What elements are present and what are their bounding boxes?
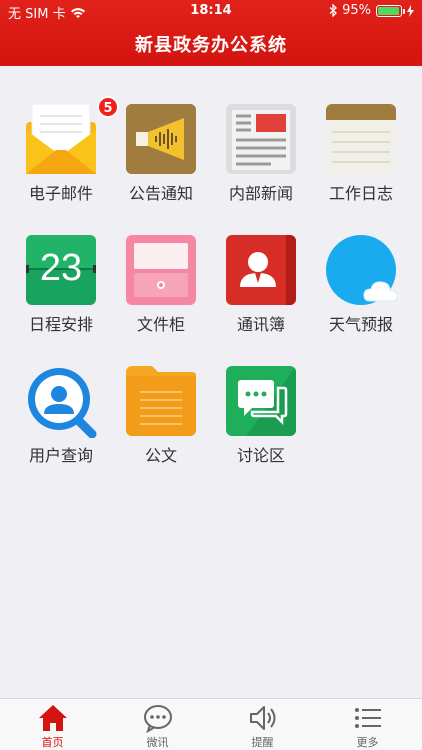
app-label: 内部新闻 — [228, 184, 293, 203]
app-label: 公告通知 — [128, 184, 193, 203]
chat-icon — [226, 366, 296, 436]
tab-more[interactable]: 更多 — [315, 699, 420, 750]
tab-home[interactable]: 首页 — [0, 699, 105, 750]
status-right: 95% — [329, 3, 414, 18]
battery-percent: 95% — [342, 3, 371, 18]
app-label: 通讯簿 — [236, 315, 285, 334]
charging-icon — [407, 4, 414, 17]
folder-icon — [126, 366, 196, 436]
weather-icon — [326, 235, 398, 305]
battery-icon — [376, 4, 405, 17]
cabinet-icon — [126, 235, 196, 305]
app-mail[interactable]: 5 电子邮件 — [11, 96, 119, 214]
notebook-icon — [326, 104, 396, 174]
app-label: 文件柜 — [136, 315, 185, 334]
app-worklog[interactable]: 工作日志 — [311, 104, 411, 214]
announcement-icon — [126, 104, 196, 174]
user-search-icon — [26, 366, 97, 439]
app-label: 用户查询 — [28, 446, 93, 465]
tab-label: 更多 — [356, 736, 379, 749]
tab-bar: 首页 微讯 提醒 更多 — [0, 698, 422, 750]
app-label: 公文 — [144, 446, 177, 465]
app-header: 无 SIM 卡 18:14 95% 新县政务办公系统 — [0, 0, 422, 66]
list-icon — [355, 708, 381, 728]
app-documents[interactable]: 公文 — [111, 366, 211, 476]
app-label: 讨论区 — [236, 446, 285, 465]
home-icon — [39, 705, 67, 731]
battery-level — [378, 6, 399, 15]
tab-messages[interactable]: 微讯 — [105, 699, 210, 750]
tab-label: 微讯 — [146, 736, 169, 749]
app-contacts[interactable]: 通讯簿 — [211, 235, 311, 345]
tab-reminders[interactable]: 提醒 — [210, 699, 315, 750]
app-label: 天气预报 — [328, 315, 393, 334]
app-calendar[interactable]: 23 日程安排 — [11, 235, 111, 345]
mail-icon — [26, 103, 96, 174]
calendar-icon: 23 — [26, 235, 96, 305]
app-label: 工作日志 — [328, 184, 393, 203]
app-label: 电子邮件 — [28, 184, 93, 203]
app-label: 日程安排 — [28, 315, 93, 334]
app-weather[interactable]: 天气预报 — [311, 235, 411, 345]
app-announcement[interactable]: 公告通知 — [111, 104, 211, 214]
calendar-day: 23 — [39, 247, 83, 289]
app-news[interactable]: 内部新闻 — [211, 104, 311, 214]
tab-label: 首页 — [41, 736, 64, 749]
app-user-search[interactable]: 用户查询 — [11, 366, 111, 476]
page-title: 新县政务办公系统 — [135, 35, 287, 56]
app-discussion[interactable]: 讨论区 — [211, 366, 311, 476]
tab-label: 提醒 — [251, 736, 274, 749]
message-icon — [144, 705, 172, 733]
speaker-icon — [250, 706, 276, 730]
app-cabinet[interactable]: 文件柜 — [111, 235, 211, 345]
bluetooth-icon — [329, 4, 338, 17]
news-icon — [226, 104, 296, 174]
status-bar: 无 SIM 卡 18:14 95% — [0, 0, 422, 22]
contacts-icon — [226, 235, 296, 305]
